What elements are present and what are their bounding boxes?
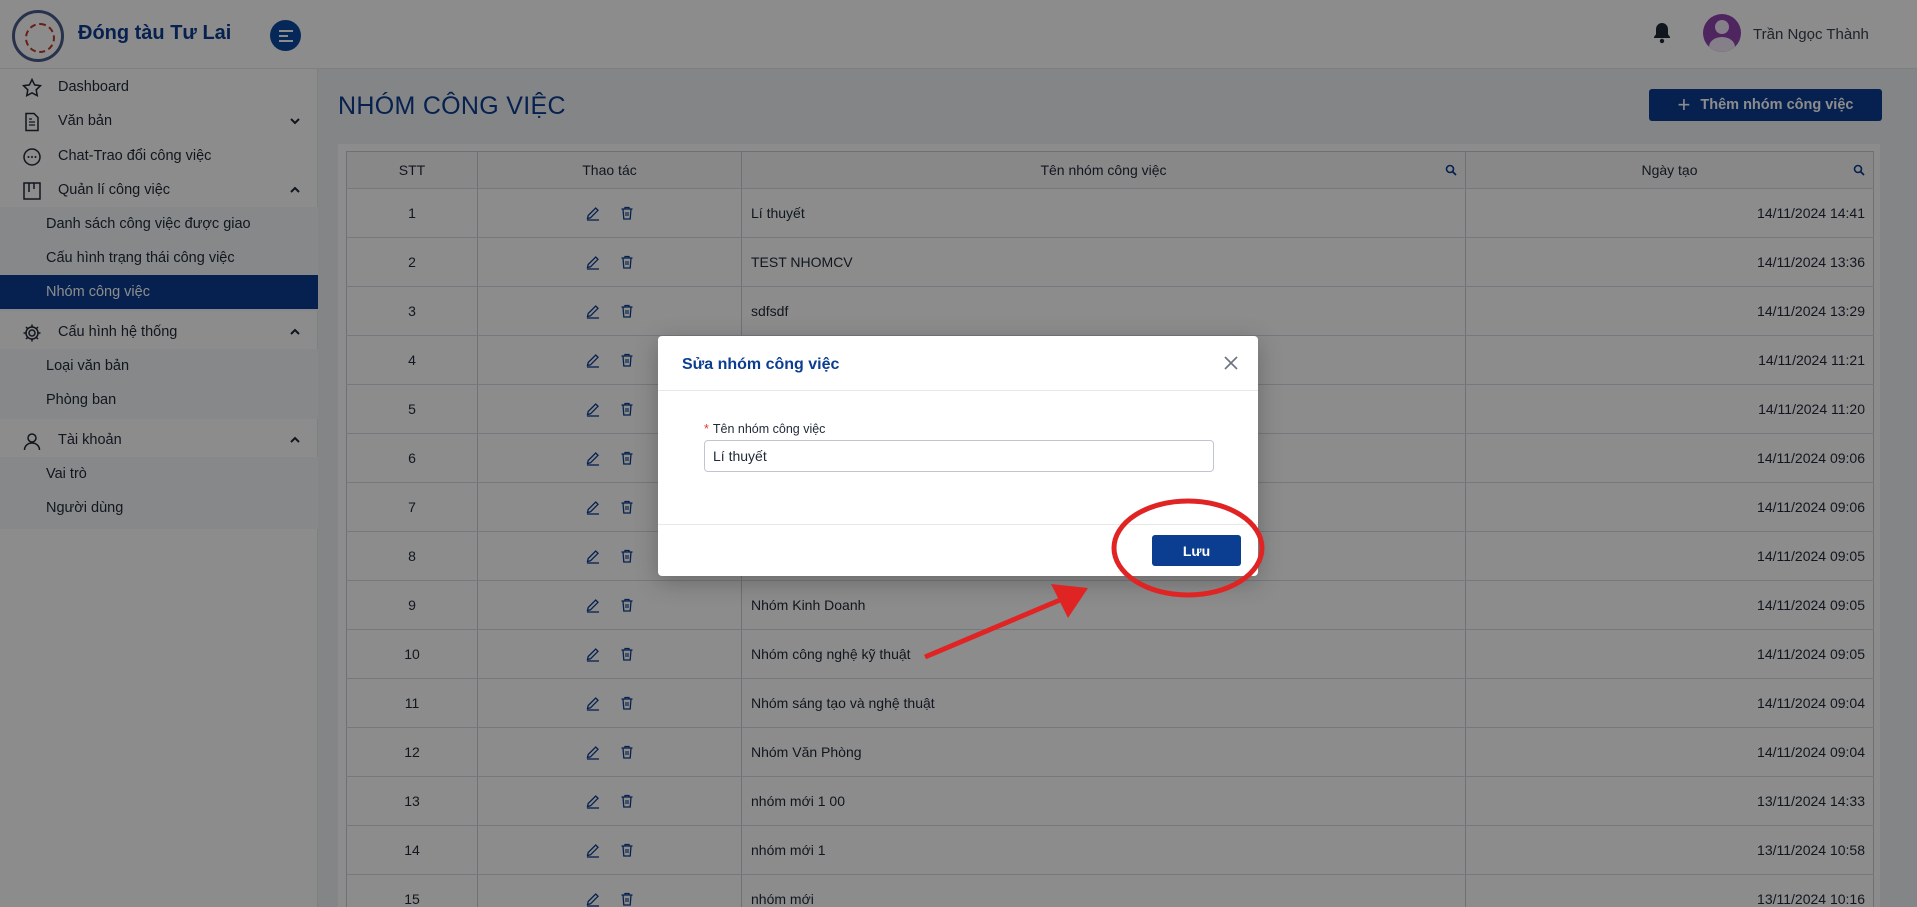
- edit-work-group-dialog: Sửa nhóm công việc * Tên nhóm công việc L…: [658, 336, 1258, 576]
- required-mark: *: [704, 422, 709, 436]
- close-icon[interactable]: [1220, 352, 1242, 374]
- work-group-name-input[interactable]: [704, 440, 1214, 472]
- field-label: * Tên nhóm công việc: [704, 422, 825, 436]
- field-label-text: Tên nhóm công việc: [712, 422, 826, 436]
- dialog-header: Sửa nhóm công việc: [658, 336, 1258, 391]
- dialog-title: Sửa nhóm công việc: [682, 356, 840, 373]
- save-button[interactable]: Lưu: [1152, 535, 1241, 566]
